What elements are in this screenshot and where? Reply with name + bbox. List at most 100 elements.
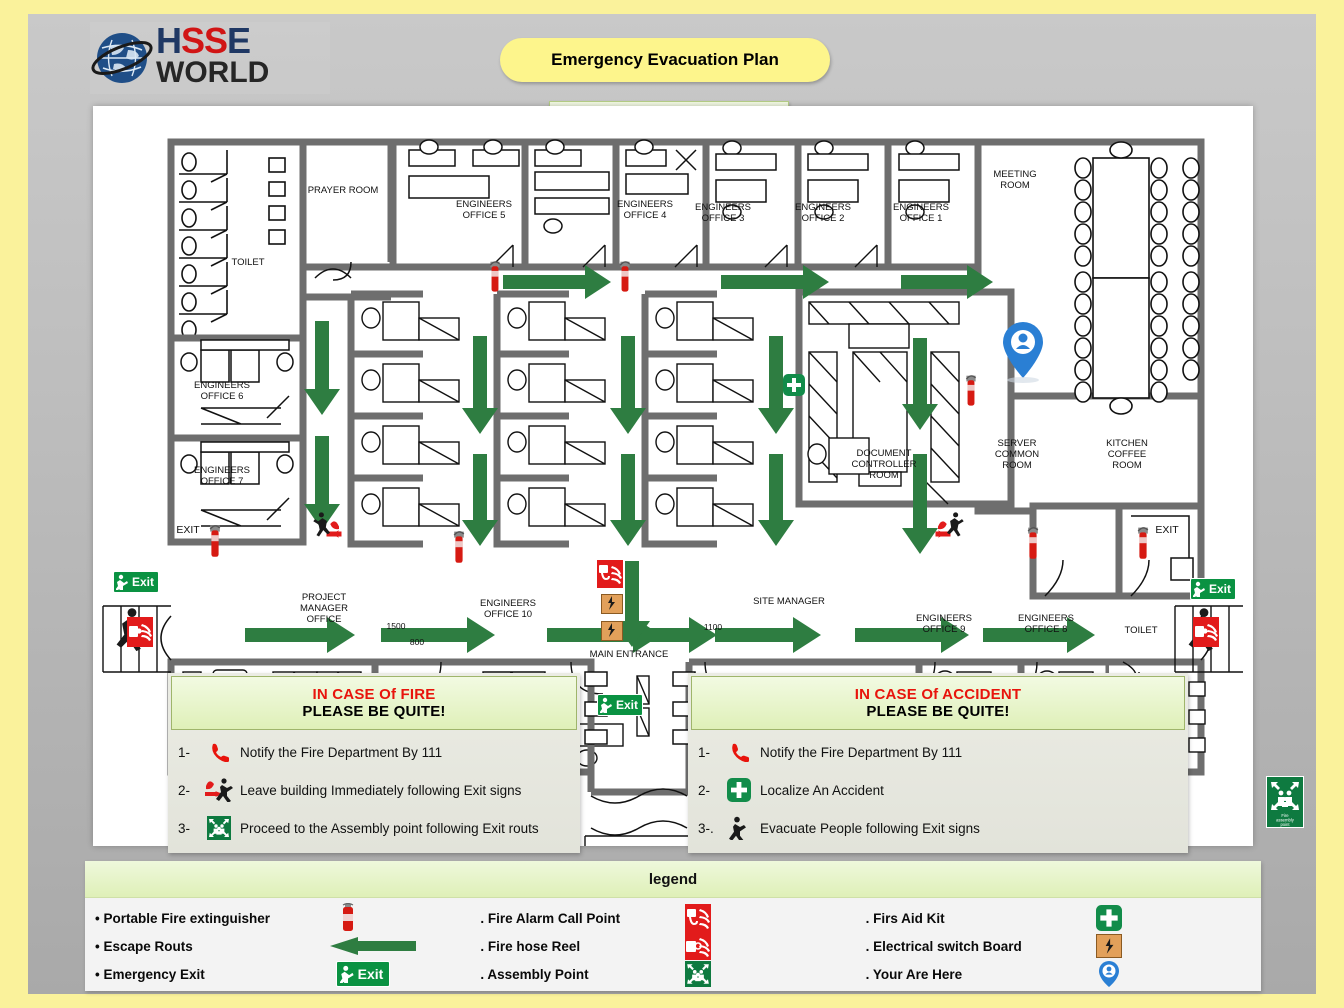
telephone-icon bbox=[204, 739, 234, 765]
room-label-project-manager-office: PROJECT MANAGER OFFICE bbox=[300, 592, 348, 625]
legend-label-fire-extinguisher: • Portable Fire extinguisher bbox=[95, 910, 271, 926]
fire-hose-reel-icon bbox=[678, 932, 718, 960]
accident-heading-line2: PLEASE BE QUITE! bbox=[866, 703, 1010, 720]
telephone-icon bbox=[724, 739, 754, 765]
assembly-point-icon bbox=[678, 961, 718, 987]
first-aid-kit-icon bbox=[1089, 905, 1129, 931]
exit-sign-right: Exit bbox=[1190, 578, 1237, 602]
fire-step-3-number: 3- bbox=[178, 820, 191, 836]
hsse-world-logo: HSSE WORLD bbox=[90, 22, 330, 94]
legend-item-electrical-switch-board: . Electrical switch Board bbox=[866, 932, 1251, 960]
legend-column-3: . Firs Aid Kit . Electrical switch Board bbox=[866, 904, 1251, 988]
exit-sign-right-text: Exit bbox=[1209, 582, 1232, 596]
accident-step-2: 2- Localize An Accident bbox=[688, 771, 1188, 809]
logo-hsse-text: HSSE bbox=[156, 20, 251, 61]
assembly-sign-line3: point bbox=[1280, 822, 1290, 827]
fire-step-2-text: Leave building Immediately following Exi… bbox=[240, 782, 522, 798]
first-aid-icon bbox=[724, 777, 754, 803]
room-label-engineers-office-3: ENGINEERS OFFICE 3 bbox=[695, 202, 751, 224]
room-label-engineers-office-6: ENGINEERS OFFICE 6 bbox=[194, 380, 250, 402]
legend-label-electrical-switch-board: . Electrical switch Board bbox=[865, 938, 1022, 954]
room-label-engineers-office-9: ENGINEERS OFFICE 9 bbox=[916, 613, 972, 635]
running-man-icon bbox=[1193, 581, 1205, 597]
fire-step-1: 1- Notify the Fire Department By 111 bbox=[168, 733, 580, 771]
room-label-engineers-office-2: ENGINEERS OFFICE 2 bbox=[795, 202, 851, 224]
running-man-icon bbox=[116, 574, 128, 590]
room-label-prayer-room: PRAYER ROOM bbox=[308, 185, 379, 196]
exit-sign-center-text: Exit bbox=[616, 698, 639, 712]
running-man-icon bbox=[600, 697, 612, 713]
room-label-main-entrance: MAIN ENTRANCE bbox=[590, 649, 669, 660]
fire-hose-reel-icon-right bbox=[1193, 617, 1219, 647]
exit-sign-center: Exit bbox=[597, 694, 644, 718]
fire-step-2: 2- Leave building Immediately following … bbox=[168, 771, 580, 809]
running-man-icon bbox=[724, 815, 754, 841]
exit-label-exit-right: EXIT bbox=[1155, 524, 1179, 536]
exit-sign-left-text: Exit bbox=[132, 575, 155, 589]
room-label-toilet-bottom: TOILET bbox=[1124, 625, 1157, 636]
legend-title: legend bbox=[85, 861, 1261, 898]
legend-column-1: • Portable Fire extinguisher • Escape Ro… bbox=[95, 903, 480, 988]
legend-exit-sign-text: Exit bbox=[357, 966, 384, 982]
green-arrow-icon bbox=[328, 933, 418, 959]
accident-step-3: 3-. Evacuate People following Exit signs bbox=[688, 809, 1188, 847]
fire-heading-line2: PLEASE BE QUITE! bbox=[302, 703, 446, 720]
evacuation-plan-poster: HSSE WORLD Emergency Evacuation Plan Off… bbox=[0, 0, 1344, 1008]
legend-column-2: . Fire Alarm Call Point . Fire hose Reel… bbox=[480, 904, 865, 988]
legend-item-you-are-here: . Your Are Here bbox=[866, 960, 1251, 988]
room-label-engineers-office-4: ENGINEERS OFFICE 4 bbox=[617, 199, 673, 221]
logo-world-text: WORLD bbox=[156, 56, 270, 89]
legend-item-emergency-exit: • Emergency Exit Exit bbox=[95, 960, 480, 988]
legend-title-text: legend bbox=[648, 870, 698, 888]
dimension-label-dim-1100: 1100 bbox=[704, 622, 723, 632]
legend-item-fire-extinguisher: • Portable Fire extinguisher bbox=[95, 903, 480, 932]
fire-step-3: 3- Proceed to the Assembly point followi… bbox=[168, 809, 580, 847]
room-label-engineers-office-1: ENGINEERS OFFICE 1 bbox=[893, 202, 949, 224]
electrical-switch-board-icon bbox=[1089, 933, 1129, 959]
accident-instructions-panel: IN CASE Of ACCIDENT PLEASE BE QUITE! 1- … bbox=[688, 673, 1188, 853]
fire-step-3-text: Proceed to the Assembly point following … bbox=[240, 820, 539, 836]
poster-title: Emergency Evacuation Plan bbox=[500, 38, 830, 82]
you-are-here-pin-icon bbox=[1089, 961, 1129, 987]
legend-item-first-aid-kit: . Firs Aid Kit bbox=[866, 904, 1251, 932]
legend-body: • Portable Fire extinguisher • Escape Ro… bbox=[85, 898, 1261, 988]
accident-heading-line1: IN CASE Of ACCIDENT bbox=[854, 686, 1022, 703]
fire-instructions-heading: IN CASE Of FIRE PLEASE BE QUITE! bbox=[171, 676, 577, 730]
fire-alarm-call-point-icon-entrance bbox=[597, 560, 623, 588]
dimension-label-dim-1500: 1500 bbox=[387, 621, 406, 631]
electrical-switch-board-icon-1 bbox=[601, 594, 623, 614]
legend-label-fire-alarm-call-point: . Fire Alarm Call Point bbox=[480, 910, 621, 926]
globe-icon bbox=[91, 33, 153, 83]
exit-label-exit-left: EXIT bbox=[176, 524, 200, 536]
fire-alarm-call-point-icon bbox=[678, 904, 718, 932]
accident-step-1-number: 1- bbox=[698, 744, 711, 760]
running-man-icon bbox=[339, 965, 354, 983]
legend-label-you-are-here: . Your Are Here bbox=[865, 966, 963, 982]
accident-step-1: 1- Notify the Fire Department By 111 bbox=[688, 733, 1188, 771]
fire-hose-reel-icon-left bbox=[127, 617, 153, 647]
fire-instructions-panel: IN CASE Of FIRE PLEASE BE QUITE! 1- Noti… bbox=[168, 673, 580, 853]
fire-heading-line1: IN CASE Of FIRE bbox=[312, 686, 436, 703]
accident-step-2-text: Localize An Accident bbox=[760, 782, 884, 798]
first-aid-icon bbox=[783, 374, 805, 396]
legend-item-assembly-point: . Assembly Point bbox=[480, 960, 865, 988]
accident-step-3-number: 3-. bbox=[698, 820, 714, 836]
electrical-switch-board-icon-2 bbox=[601, 621, 623, 641]
room-label-engineers-office-7: ENGINEERS OFFICE 7 bbox=[194, 465, 250, 487]
accident-step-1-text: Notify the Fire Department By 111 bbox=[760, 744, 963, 760]
dimension-label-dim-800: 800 bbox=[410, 637, 424, 647]
legend-label-fire-hose-reel: . Fire hose Reel bbox=[480, 938, 581, 954]
room-label-toilet-top: TOILET bbox=[231, 257, 264, 268]
legend-label-assembly-point: . Assembly Point bbox=[480, 966, 589, 982]
room-label-engineers-office-8: ENGINEERS OFFICE 8 bbox=[1018, 613, 1074, 635]
fire-step-2-number: 2- bbox=[178, 782, 191, 798]
room-label-kitchen-coffee-room: KITCHEN COFFEE ROOM bbox=[1106, 438, 1148, 471]
assembly-point-icon bbox=[204, 815, 234, 841]
fire-step-1-number: 1- bbox=[178, 744, 191, 760]
legend-item-fire-alarm-call-point: . Fire Alarm Call Point bbox=[480, 904, 865, 932]
emergency-exit-sign-icon: Exit bbox=[328, 961, 398, 987]
fire-assembly-point-sign: Fire assembly point bbox=[1266, 776, 1304, 828]
accident-instructions-heading: IN CASE Of ACCIDENT PLEASE BE QUITE! bbox=[691, 676, 1185, 730]
running-man-fire-icon bbox=[204, 777, 234, 803]
room-label-engineers-office-10: ENGINEERS OFFICE 10 bbox=[480, 598, 536, 620]
